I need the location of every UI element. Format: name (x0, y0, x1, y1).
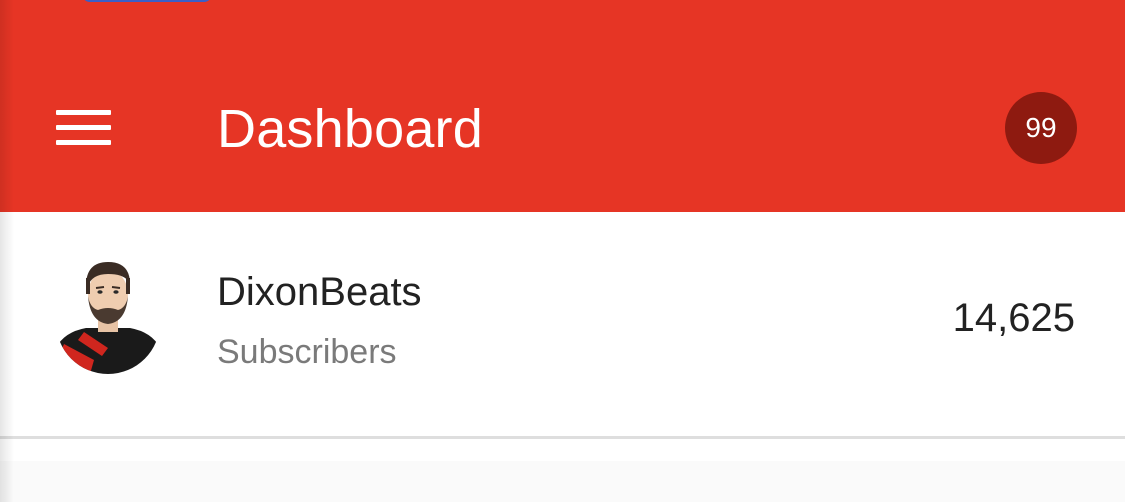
dashboard-screen: Dashboard 99 (0, 0, 1125, 502)
menu-button[interactable] (44, 96, 124, 160)
channel-subtitle: Subscribers (217, 333, 397, 371)
subscriber-count: 14,625 (952, 296, 1075, 340)
channel-name: Dixon⁠Beats (217, 270, 422, 314)
page-title: Dashboard (217, 99, 483, 159)
top-tab-indicator (82, 0, 212, 2)
app-bar: Dashboard 99 (0, 0, 1125, 212)
channel-card[interactable]: Dixon⁠Beats Subscribers 14,625 (0, 212, 1125, 436)
channel-avatar (56, 256, 160, 376)
notification-badge[interactable]: 99 (1005, 92, 1077, 164)
card-gap (0, 439, 1125, 461)
